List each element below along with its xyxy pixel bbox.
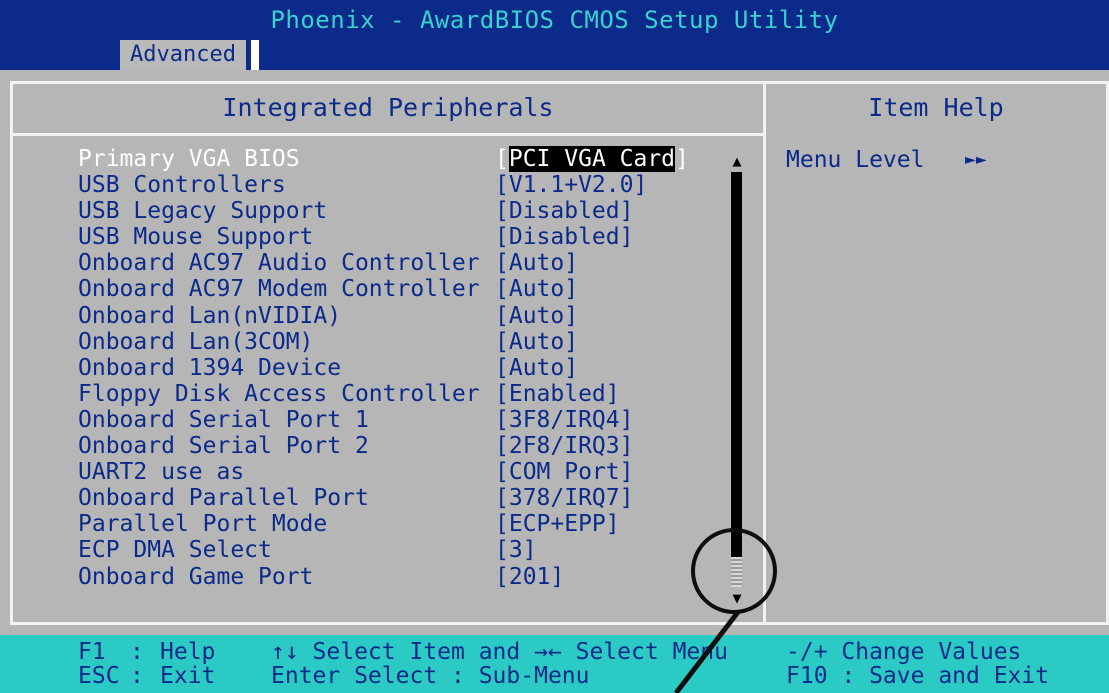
- setting-label: Primary VGA BIOS: [78, 146, 300, 172]
- setting-uart2-use-as[interactable]: UART2 use as [COM Port]: [78, 459, 718, 485]
- setting-label: Onboard Serial Port 1: [78, 406, 369, 433]
- setting-value[interactable]: [201]: [495, 564, 564, 590]
- setting-serial-port-1[interactable]: Onboard Serial Port 1 [3F8/IRQ4]: [78, 407, 718, 433]
- setting-value[interactable]: [Disabled]: [495, 198, 633, 224]
- setting-usb-controllers[interactable]: USB Controllers [V1.1+V2.0]: [78, 172, 718, 198]
- menu-tab-bar: Advanced: [0, 40, 1109, 70]
- setting-label: Floppy Disk Access Controller: [78, 380, 480, 407]
- tab-advanced[interactable]: Advanced: [120, 40, 246, 70]
- setting-primary-vga-bios[interactable]: Primary VGA BIOS [PCI VGA Card]: [78, 146, 718, 172]
- setting-label: USB Legacy Support: [78, 198, 328, 225]
- setting-value[interactable]: [Auto]: [495, 276, 578, 302]
- setting-game-port[interactable]: Onboard Game Port [201]: [78, 564, 718, 590]
- callout-circle: [691, 528, 777, 614]
- setting-value[interactable]: [Auto]: [495, 329, 578, 355]
- bios-screen: Phoenix - AwardBIOS CMOS Setup Utility A…: [0, 0, 1109, 693]
- esc-key: ESC: [78, 663, 120, 689]
- selected-value-highlight[interactable]: PCI VGA Card: [508, 146, 676, 172]
- setting-ecp-dma-select[interactable]: ECP DMA Select [3]: [78, 537, 718, 563]
- setting-value[interactable]: [Enabled]: [495, 381, 620, 407]
- setting-label: Parallel Port Mode: [78, 511, 328, 538]
- settings-list: Primary VGA BIOS [PCI VGA Card] USB Cont…: [78, 146, 718, 590]
- setting-parallel-port[interactable]: Onboard Parallel Port [378/IRQ7]: [78, 485, 718, 511]
- menu-level-label: Menu Level: [786, 147, 925, 173]
- setting-label: Onboard Serial Port 2: [78, 433, 369, 460]
- setting-value[interactable]: [Auto]: [495, 303, 578, 329]
- value-open-bracket: [: [495, 146, 509, 172]
- setting-serial-port-2[interactable]: Onboard Serial Port 2 [2F8/IRQ3]: [78, 433, 718, 459]
- setting-value[interactable]: [3F8/IRQ4]: [495, 407, 633, 433]
- setting-value[interactable]: [COM Port]: [495, 459, 633, 485]
- value-close-bracket: ]: [675, 146, 689, 172]
- nav-hint-select: ↑↓ Select Item and →← Select Menu: [271, 639, 728, 665]
- f1-action: Help: [160, 639, 216, 665]
- key-help-footer: F1 : Help ↑↓ Select Item and →← Select M…: [0, 635, 1109, 693]
- setting-label: Onboard 1394 Device: [78, 354, 342, 381]
- setting-value[interactable]: [378/IRQ7]: [495, 485, 633, 511]
- setting-value[interactable]: [PCI VGA Card]: [495, 146, 689, 172]
- setting-label: ECP DMA Select: [78, 537, 272, 564]
- setting-label: Onboard AC97 Audio Controller: [78, 250, 480, 277]
- setting-label: Onboard AC97 Modem Controller: [78, 276, 480, 303]
- nav-hint-enter: Enter Select : Sub-Menu: [271, 663, 590, 689]
- setting-label: USB Controllers: [78, 172, 286, 199]
- item-help-title: Item Help: [868, 93, 1004, 122]
- esc-separator: :: [130, 663, 144, 689]
- setting-usb-legacy-support[interactable]: USB Legacy Support [Disabled]: [78, 198, 718, 224]
- setting-label: Onboard Lan(3COM): [78, 328, 314, 355]
- setting-value[interactable]: [Auto]: [495, 355, 578, 381]
- section-title: Integrated Peripherals: [222, 93, 554, 122]
- setting-value[interactable]: [Auto]: [495, 250, 578, 276]
- setting-label: Onboard Parallel Port: [78, 485, 369, 512]
- setting-label: Onboard Lan(nVIDIA): [78, 302, 342, 329]
- save-exit-hint: F10 : Save and Exit: [786, 663, 1050, 689]
- setting-value[interactable]: [V1.1+V2.0]: [495, 172, 647, 198]
- setting-onboard-lan-3com[interactable]: Onboard Lan(3COM) [Auto]: [78, 329, 718, 355]
- tab-end-marker: [251, 40, 259, 70]
- f1-separator: :: [130, 639, 144, 665]
- menu-level-arrow-icon: ►►: [965, 149, 987, 170]
- setting-label: UART2 use as: [78, 459, 245, 486]
- setting-onboard-1394[interactable]: Onboard 1394 Device [Auto]: [78, 355, 718, 381]
- setting-value[interactable]: [Disabled]: [495, 224, 633, 250]
- setting-label: USB Mouse Support: [78, 224, 314, 251]
- setting-usb-mouse-support[interactable]: USB Mouse Support [Disabled]: [78, 224, 718, 250]
- scrollbar-track[interactable]: [731, 172, 742, 557]
- setting-onboard-ac97-audio[interactable]: Onboard AC97 Audio Controller [Auto]: [78, 250, 718, 276]
- change-values-hint: -/+ Change Values: [786, 639, 1022, 665]
- setting-value[interactable]: [3]: [495, 537, 537, 563]
- setting-onboard-lan-nvidia[interactable]: Onboard Lan(nVIDIA) [Auto]: [78, 303, 718, 329]
- header-divider: [10, 133, 766, 136]
- scroll-up-arrow-icon[interactable]: ▲: [729, 153, 745, 169]
- setting-parallel-port-mode[interactable]: Parallel Port Mode [ECP+EPP]: [78, 511, 718, 537]
- setting-onboard-ac97-modem[interactable]: Onboard AC97 Modem Controller [Auto]: [78, 276, 718, 302]
- setting-value[interactable]: [2F8/IRQ3]: [495, 433, 633, 459]
- setting-label: Onboard Game Port: [78, 563, 314, 590]
- window-title: Phoenix - AwardBIOS CMOS Setup Utility: [0, 0, 1109, 40]
- setting-value[interactable]: [ECP+EPP]: [495, 511, 620, 537]
- setting-floppy-controller[interactable]: Floppy Disk Access Controller [Enabled]: [78, 381, 718, 407]
- f1-key: F1: [78, 639, 106, 665]
- esc-action: Exit: [160, 663, 216, 689]
